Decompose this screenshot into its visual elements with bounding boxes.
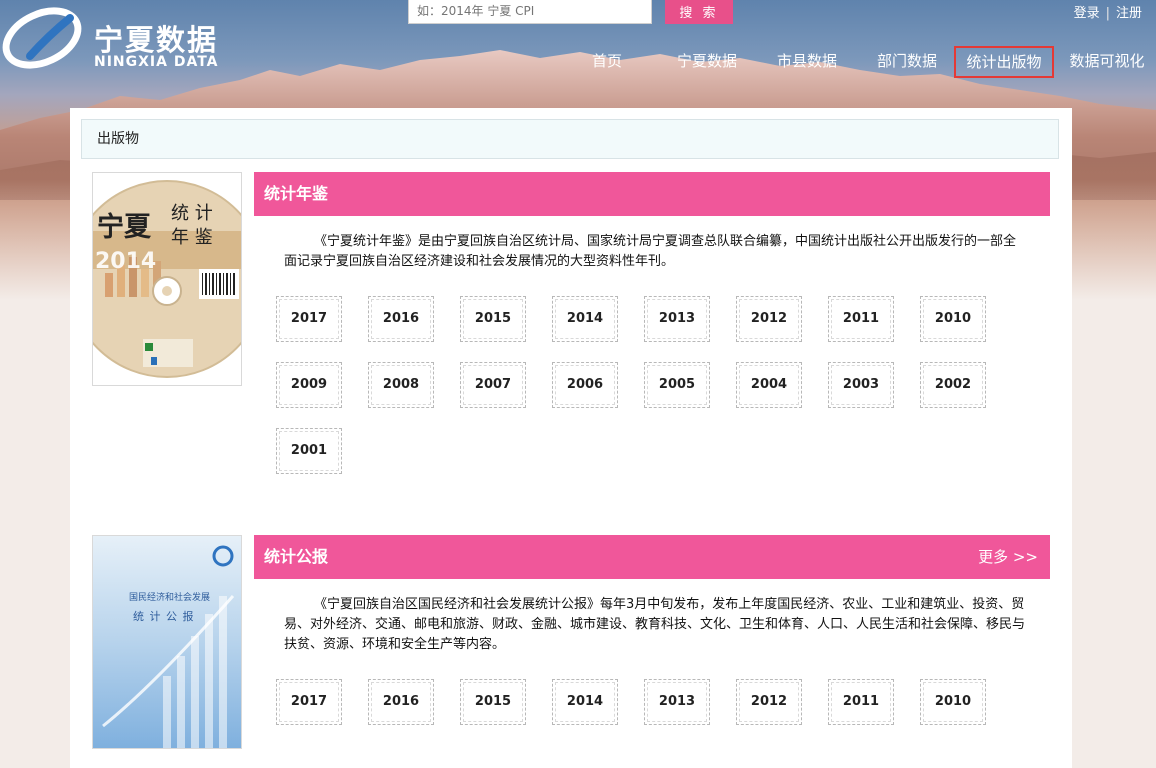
yearbook-year-button[interactable]: 2010: [920, 296, 986, 342]
yearbook-year-button[interactable]: 2008: [368, 362, 434, 408]
site-logo[interactable]: 宁夏数据 NINGXIA DATA: [0, 4, 230, 74]
main-content: 出版物 宁夏 统 计 年 鉴 2014 统计年鉴 《宁夏统计年鉴》是由宁夏回族自…: [70, 108, 1072, 768]
register-link[interactable]: 注册: [1116, 6, 1142, 21]
yearbook-year-button[interactable]: 2004: [736, 362, 802, 408]
bulletin-title: 统计公报: [264, 547, 329, 566]
login-link[interactable]: 登录: [1074, 6, 1100, 21]
bulletin-more-link[interactable]: 更多 >>: [978, 535, 1038, 579]
yearbook-year-button[interactable]: 2003: [828, 362, 894, 408]
nav-department-data[interactable]: 部门数据: [874, 46, 940, 78]
yearbook-year-button[interactable]: 2007: [460, 362, 526, 408]
yearbook-cover-subtitle-1: 统 计: [171, 203, 213, 224]
yearbook-year-button[interactable]: 2009: [276, 362, 342, 408]
nav-county-data[interactable]: 市县数据: [774, 46, 840, 78]
yearbook-year-button[interactable]: 2013: [644, 296, 710, 342]
bulletin-year-button[interactable]: 2010: [920, 679, 986, 725]
nav-ningxia-data[interactable]: 宁夏数据: [674, 46, 740, 78]
logo-emblem-icon: [2, 7, 82, 69]
bulletin-cover-art-icon: [93, 536, 241, 748]
yearbook-year-button[interactable]: 2011: [828, 296, 894, 342]
user-links: 登录 | 注册: [1074, 2, 1142, 21]
yearbook-cover-title: 宁夏: [97, 212, 151, 243]
bulletin-cover-line-1: 国民经济和社会发展: [129, 593, 211, 603]
yearbook-cover-year: 2014: [95, 249, 157, 274]
yearbook-title: 统计年鉴: [264, 184, 329, 203]
bulletin-cover-image[interactable]: 国民经济和社会发展 统 计 公 报: [92, 535, 242, 749]
yearbook-year-button[interactable]: 2012: [736, 296, 802, 342]
yearbook-year-button[interactable]: 2015: [460, 296, 526, 342]
search-button[interactable]: 搜 索: [665, 0, 733, 24]
logo-english-name: NINGXIA DATA: [94, 54, 219, 70]
nav-home[interactable]: 首页: [590, 46, 624, 78]
bulletin-year-button[interactable]: 2011: [828, 679, 894, 725]
yearbook-year-button[interactable]: 2017: [276, 296, 342, 342]
yearbook-year-button[interactable]: 2001: [276, 428, 342, 474]
search-input[interactable]: [408, 0, 652, 24]
yearbook-cover-subtitle-2: 年 鉴: [171, 227, 213, 248]
yearbook-description: 《宁夏统计年鉴》是由宁夏回族自治区统计局、国家统计局宁夏调查总队联合编纂，中国统…: [284, 234, 1017, 269]
logo-chinese-name: 宁夏数据: [94, 23, 219, 57]
bulletin-year-button[interactable]: 2017: [276, 679, 342, 725]
bulletin-year-button[interactable]: 2015: [460, 679, 526, 725]
bulletin-year-button[interactable]: 2013: [644, 679, 710, 725]
main-nav: 首页 宁夏数据 市县数据 部门数据 统计出版物 数据可视化: [570, 46, 1156, 80]
yearbook-cover-image[interactable]: 宁夏 统 计 年 鉴 2014: [92, 172, 242, 386]
bulletin-year-button[interactable]: 2012: [736, 679, 802, 725]
yearbook-year-button[interactable]: 2014: [552, 296, 618, 342]
yearbook-year-button[interactable]: 2002: [920, 362, 986, 408]
bulletin-cover-line-2: 统 计 公 报: [133, 610, 195, 623]
nav-statistical-publications[interactable]: 统计出版物: [954, 46, 1054, 78]
user-links-separator: |: [1105, 6, 1110, 21]
bulletin-header: 统计公报 更多 >>: [254, 535, 1050, 579]
yearbook-year-button[interactable]: 2006: [552, 362, 618, 408]
bulletin-year-button[interactable]: 2016: [368, 679, 434, 725]
yearbook-year-button[interactable]: 2016: [368, 296, 434, 342]
nav-data-visualization[interactable]: 数据可视化: [1066, 46, 1148, 78]
bulletin-year-button[interactable]: 2014: [552, 679, 618, 725]
yearbook-header: 统计年鉴: [254, 172, 1050, 216]
bulletin-description: 《宁夏回族自治区国民经济和社会发展统计公报》每年3月中旬发布，发布上年度国民经济…: [284, 597, 1026, 652]
yearbook-year-button[interactable]: 2005: [644, 362, 710, 408]
breadcrumb: 出版物: [81, 119, 1059, 159]
